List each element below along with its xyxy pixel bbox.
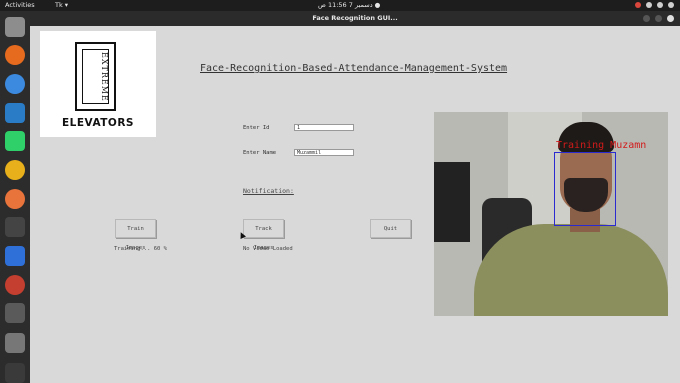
- window-title: Face Recognition GUI...: [312, 14, 398, 22]
- network-icon[interactable]: [646, 2, 652, 8]
- firefox-icon[interactable]: [5, 45, 25, 65]
- quit-button[interactable]: Quit: [370, 219, 411, 238]
- track-status: No Video Loaded: [243, 246, 293, 252]
- chrome-icon[interactable]: [5, 74, 25, 94]
- name-label: Enter Name: [243, 150, 277, 156]
- face-recognition-label: Training Muzamn: [556, 140, 647, 151]
- clock[interactable]: دسمبر 7 11:56 ص ●: [318, 0, 380, 11]
- logo-wordmark: ELEVATORS: [62, 117, 134, 129]
- app-icon[interactable]: [5, 275, 25, 295]
- maximize-icon[interactable]: [655, 15, 662, 22]
- volume-icon[interactable]: [657, 2, 663, 8]
- activities-button[interactable]: Activities: [5, 0, 35, 11]
- power-icon[interactable]: [668, 2, 674, 8]
- id-label: Enter Id: [243, 125, 270, 131]
- camera-preview: Training Muzamn: [434, 112, 668, 316]
- trash-icon[interactable]: [5, 333, 25, 353]
- vscode-icon[interactable]: [5, 103, 25, 123]
- app-grid-icon[interactable]: [5, 363, 25, 383]
- train-images-button[interactable]: Train Images: [115, 219, 156, 251]
- train-status: Training... 60 %: [114, 246, 167, 252]
- page-title: Face-Recognition-Based-Attendance-Manage…: [200, 63, 508, 74]
- files-icon[interactable]: [5, 17, 25, 37]
- logo-mark: EXTREME: [75, 42, 116, 111]
- system-top-bar: Activities Tk ▾ دسمبر 7 11:56 ص ●: [0, 0, 680, 11]
- slack-icon[interactable]: [5, 160, 25, 180]
- system-tray[interactable]: [635, 0, 674, 8]
- minimize-icon[interactable]: [643, 15, 650, 22]
- notification-icon[interactable]: [635, 2, 641, 8]
- id-field[interactable]: 1: [294, 124, 354, 131]
- text-editor-icon[interactable]: [5, 246, 25, 266]
- face-detection-box: [554, 152, 616, 226]
- track-images-button[interactable]: Track Images: [243, 219, 284, 251]
- close-icon[interactable]: [667, 15, 674, 22]
- postman-icon[interactable]: [5, 189, 25, 209]
- app-window: EXTREME ELEVATORS Face-Recognition-Based…: [30, 26, 680, 383]
- dock: [0, 11, 30, 383]
- pycharm-icon[interactable]: [5, 131, 25, 151]
- company-logo: EXTREME ELEVATORS: [40, 31, 156, 137]
- active-window-icon[interactable]: [5, 303, 25, 323]
- terminal-icon[interactable]: [5, 217, 25, 237]
- window-title-bar[interactable]: Face Recognition GUI...: [30, 11, 680, 26]
- notification-label: Notification:: [243, 187, 294, 195]
- app-menu[interactable]: Tk ▾: [55, 0, 68, 11]
- name-field[interactable]: Muzammil: [294, 149, 354, 156]
